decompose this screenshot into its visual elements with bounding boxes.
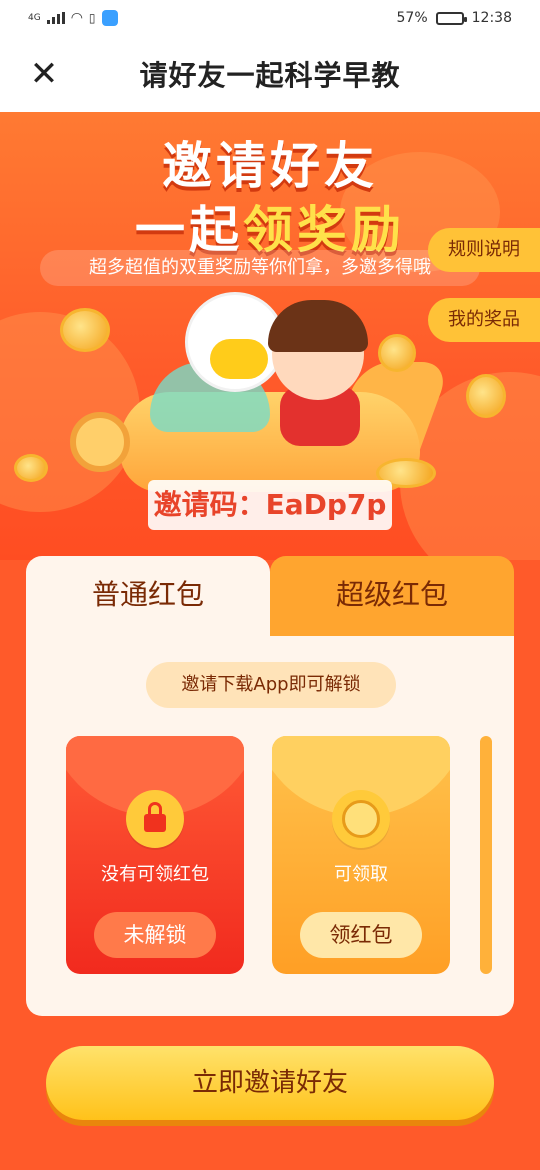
smiley-face [342,800,380,838]
red-packet-locked: 没有可领红包 未解锁 [66,736,244,974]
invite-code-label: 邀请码： [153,488,266,521]
clock: 12:38 [471,10,512,26]
locked-button[interactable]: 未解锁 [94,912,216,958]
close-icon[interactable]: ✕ [26,56,62,92]
unlock-tip: 邀请下载App即可解锁 [146,662,396,708]
smiley-coin-icon [332,790,390,848]
next-red-packet-edge [480,736,492,974]
vibrate-icon: ▯ [88,11,96,25]
coin-icon [14,454,48,482]
status-bar: 4G ◠ ▯ 57% 12:38 [0,0,540,36]
network-type: 4G [28,13,41,23]
battery-icon [435,11,467,25]
hero-banner: 邀请好友 一起领奖励 超多超值的双重奖励等你们拿，多邀多得哦 规则说明 我的奖品… [0,112,540,560]
red-packet-tabs: 普通红包 超级红包 [26,556,514,638]
coin-icon [60,308,110,352]
boy-illustration [268,300,368,400]
red-packet-claimable: 可领取 领红包 [272,736,450,974]
wifi-icon: ◠ [70,10,83,26]
title-bar: ✕ 请好友一起科学早教 [0,36,540,112]
hero-title-line1: 邀请好友 [162,137,378,195]
red-packet-label: 没有可领红包 [101,864,209,885]
duck-bill [210,339,268,379]
red-packet-label: 可领取 [334,864,388,885]
coin-icon [466,374,506,418]
invite-friends-button[interactable]: 立即邀请好友 [46,1046,494,1120]
shield-icon [101,10,118,26]
lock-body [144,802,166,832]
red-packet-card: 普通红包 超级红包 邀请下载App即可解锁 没有可领红包 未解锁 可领取 领红包 [26,556,514,1016]
claim-red-packet-button[interactable]: 领红包 [300,912,422,958]
status-right: 57% 12:38 [397,10,512,26]
hero-subtitle: 超多超值的双重奖励等你们拿，多邀多得哦 [40,250,480,286]
red-packet-panel: 邀请下载App即可解锁 没有可领红包 未解锁 可领取 领红包 [26,636,514,1016]
lock-icon [126,790,184,848]
lock-shackle [148,802,162,816]
page-title: 请好友一起科学早教 [139,59,401,92]
propeller-illustration [70,412,130,472]
boy-hair [268,300,368,352]
status-left: 4G ◠ ▯ [28,10,118,26]
tab-normal-red-packet[interactable]: 普通红包 [26,556,270,638]
rules-button[interactable]: 规则说明 [428,228,540,272]
tab-super-red-packet[interactable]: 超级红包 [270,556,514,638]
signal-icon [46,12,65,24]
coin-icon [378,334,416,372]
invite-code-value: EaDp7p [265,488,387,521]
battery-percent: 57% [396,10,428,26]
invite-code: 邀请码：EaDp7p [148,480,392,530]
my-prizes-button[interactable]: 我的奖品 [428,298,540,342]
